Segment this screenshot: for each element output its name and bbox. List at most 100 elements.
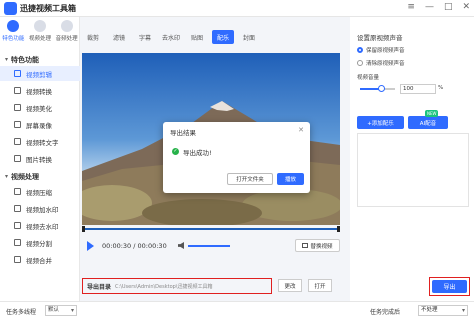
sidebar-item-label: 图片转换 — [26, 155, 52, 164]
chevron-down-icon: ▾ — [5, 173, 9, 180]
section-label: 特色功能 — [11, 55, 40, 64]
watermark-icon — [14, 205, 21, 212]
text-icon — [14, 138, 21, 145]
volume-slider[interactable] — [188, 245, 230, 247]
volume-input[interactable]: 100 — [400, 84, 436, 94]
playback-controls: 00:00:30 / 00:00:30 替换视频 — [82, 239, 340, 253]
title-bar: 迅捷视频工具箱 ≡ — □ ✕ — [0, 0, 474, 17]
tab-label: 特色功能 — [2, 36, 25, 42]
maximize-icon[interactable]: □ — [444, 2, 453, 12]
window-controls: ≡ — □ ✕ — [407, 2, 470, 12]
section-video-processing[interactable]: ▾ 视频处理 — [0, 170, 80, 183]
export-button[interactable]: 导出 — [432, 280, 467, 293]
open-directory-button[interactable]: 打开 — [308, 279, 332, 292]
app-window: 迅捷视频工具箱 ≡ — □ ✕ 特色功能 视频处理 音频处理 ▾ 特色功能 视频… — [0, 0, 474, 318]
sidebar-item-video-split[interactable]: 视频分割 — [0, 235, 80, 250]
play-icon[interactable] — [87, 241, 94, 251]
add-music-button[interactable]: +添加配乐 — [357, 116, 404, 129]
export-path: C:\Users\Admin\Desktop\迅捷视频工具箱 — [115, 283, 213, 290]
sidebar-item-video-beautify[interactable]: 视频美化 — [0, 100, 80, 115]
change-directory-button[interactable]: 更改 — [278, 279, 302, 292]
ai-dubbing-button[interactable]: AI配音 — [408, 116, 448, 129]
tab-video-processing[interactable]: 视频处理 — [27, 17, 53, 49]
sidebar-item-video-to-text[interactable]: 视频转文字 — [0, 134, 80, 149]
sidebar-item-remove-watermark[interactable]: 视频去水印 — [0, 218, 80, 233]
image-icon — [14, 155, 21, 162]
sidebar-item-video-convert[interactable]: 视频转换 — [0, 83, 80, 98]
play-button[interactable]: 播放 — [277, 173, 304, 185]
sidebar-item-video-compress[interactable]: 视频压缩 — [0, 184, 80, 199]
on-complete-label: 任务完成后 — [370, 309, 401, 316]
close-icon[interactable]: ✕ — [462, 2, 470, 12]
app-title: 迅捷视频工具箱 — [20, 4, 76, 13]
sidebar-item-label: 视频剪辑 — [26, 70, 52, 79]
tab-cover[interactable]: 封面 — [238, 30, 260, 44]
radio-label: 清除原视频声音 — [366, 61, 405, 67]
sidebar-item-screen-record[interactable]: 屏幕录像 — [0, 117, 80, 132]
clear-original-audio-radio[interactable]: 清除原视频声音 — [357, 59, 405, 67]
sidebar-item-image-convert[interactable]: 图片转换 — [0, 151, 80, 166]
tab-remove-watermark[interactable]: 去水印 — [160, 30, 182, 44]
radio-dot — [357, 60, 363, 66]
video-icon — [33, 20, 46, 32]
replace-video-label: 替换视频 — [310, 243, 333, 250]
success-check-icon: ✓ — [172, 148, 179, 155]
trim-start-handle[interactable] — [82, 226, 85, 232]
section-label: 视频处理 — [11, 172, 40, 181]
sidebar-item-label: 视频加水印 — [26, 205, 59, 214]
trim-end-handle[interactable] — [337, 226, 340, 232]
tab-label: 音频处理 — [55, 36, 78, 42]
volume-label: 视频音量 — [357, 75, 380, 81]
sidebar-item-label: 屏幕录像 — [26, 121, 52, 130]
tab-music[interactable]: 配乐 — [212, 30, 234, 44]
star-icon — [7, 20, 20, 32]
sidebar-item-add-watermark[interactable]: 视频加水印 — [0, 201, 80, 216]
volume-unit: % — [438, 85, 444, 91]
close-icon[interactable]: ✕ — [298, 126, 304, 134]
sidebar-item-label: 视频美化 — [26, 104, 52, 113]
tab-subtitle[interactable]: 字幕 — [134, 30, 156, 44]
tab-label: 视频处理 — [28, 36, 51, 42]
sidebar-item-label: 视频转文字 — [26, 138, 59, 147]
on-complete-select[interactable]: 不处理 — [418, 305, 468, 316]
menu-icon[interactable]: ≡ — [407, 2, 415, 12]
sidebar-item-label: 视频合并 — [26, 256, 52, 265]
music-settings-panel: 设置原视频声音 保留原视频声音 清除原视频声音 视频音量 100 % +添加配乐… — [350, 17, 474, 301]
tab-audio-processing[interactable]: 音频处理 — [54, 17, 80, 49]
volume-thumb[interactable] — [377, 85, 385, 92]
video-volume-slider[interactable] — [360, 85, 395, 92]
sidebar-item-label: 视频转换 — [26, 87, 52, 96]
dialog-message: 导出成功! — [183, 149, 212, 157]
eraser-icon — [14, 222, 21, 229]
replace-video-button[interactable]: 替换视频 — [295, 239, 340, 252]
edit-tabs: 裁剪 滤镜 字幕 去水印 贴图 配乐 封面 — [82, 30, 260, 46]
chevron-down-icon: ▾ — [5, 56, 9, 63]
tab-special-features[interactable]: 特色功能 — [0, 17, 26, 49]
sidebar-item-label: 视频分割 — [26, 239, 52, 248]
trim-timeline[interactable] — [82, 226, 340, 232]
export-result-dialog: 导出结果 ✕ ✓ 导出成功! 打开文件夹 播放 — [163, 122, 310, 193]
screen-record-icon — [14, 121, 21, 128]
keep-original-audio-radio[interactable]: 保留原视频声音 — [357, 46, 405, 54]
open-folder-button[interactable]: 打开文件夹 — [227, 173, 273, 185]
app-logo-icon — [4, 2, 17, 15]
video-icon — [302, 243, 309, 248]
tab-filter[interactable]: 滤镜 — [108, 30, 130, 44]
trim-track — [82, 228, 340, 230]
radio-dot — [357, 47, 363, 53]
sidebar: 特色功能 视频处理 音频处理 ▾ 特色功能 视频剪辑 视频转换 视频美化 屏幕录… — [0, 17, 80, 301]
export-button-highlight: 导出 — [429, 277, 470, 296]
scissors-icon — [14, 70, 21, 77]
section-special-features[interactable]: ▾ 特色功能 — [0, 53, 80, 66]
tab-sticker[interactable]: 贴图 — [186, 30, 208, 44]
status-bar: 任务多线程 默认 任务完成后 不处理 — [0, 301, 474, 318]
tab-crop[interactable]: 裁剪 — [82, 30, 104, 44]
volume-icon[interactable] — [178, 242, 184, 249]
sidebar-item-video-edit[interactable]: 视频剪辑 — [0, 66, 80, 81]
minimize-icon[interactable]: — — [425, 2, 434, 12]
export-directory-row: 导出目录 C:\Users\Admin\Desktop\迅捷视频工具箱 — [82, 278, 272, 294]
sidebar-item-label: 视频压缩 — [26, 188, 52, 197]
sidebar-item-video-merge[interactable]: 视频合并 — [0, 252, 80, 267]
new-badge: NEW — [425, 110, 439, 117]
threads-select[interactable]: 默认 — [45, 305, 77, 316]
